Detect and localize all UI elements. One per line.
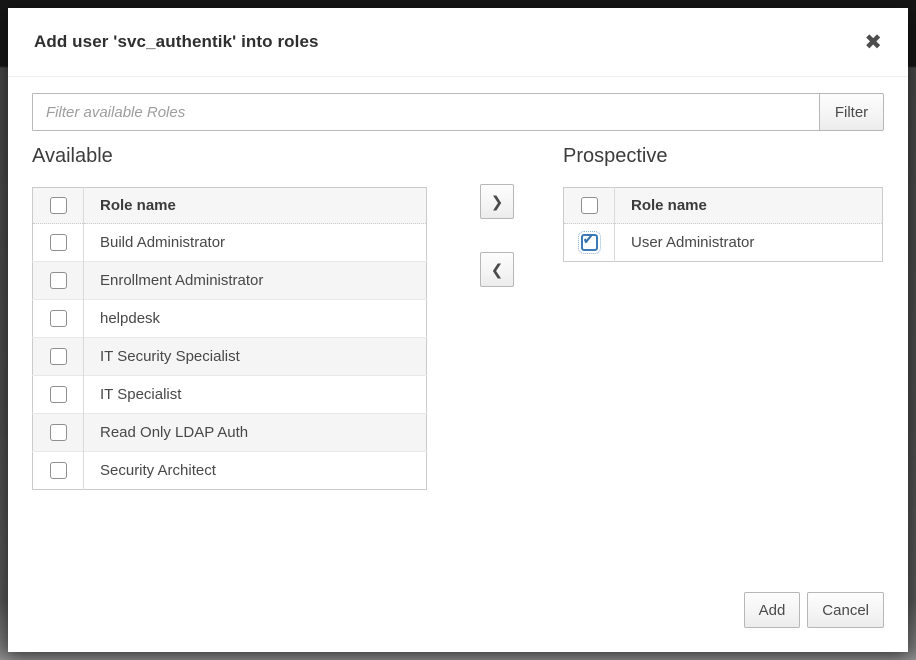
filter-group: Filter [32,93,884,131]
table-row: User Administrator [564,224,883,262]
move-to-available-button[interactable]: ❮ [480,252,514,287]
available-heading: Available [32,145,113,168]
row-checkbox[interactable] [50,310,67,327]
add-button[interactable]: Add [744,592,801,628]
chevron-right-icon: ❯ [491,193,504,211]
filter-input[interactable] [32,93,820,131]
role-name: IT Specialist [84,376,427,414]
row-checkbox[interactable] [50,386,67,403]
role-name: User Administrator [615,224,883,262]
row-checkbox[interactable] [50,272,67,289]
dialog-title: Add user 'svc_authentik' into roles [34,32,319,52]
role-name: IT Security Specialist [84,338,427,376]
table-row: Read Only LDAP Auth [33,414,427,452]
table-header-row: Role name [33,188,427,224]
checkbox-cell [33,414,84,452]
checkbox-cell [33,338,84,376]
column-header-role-name: Role name [84,188,427,224]
checkbox-cell [33,300,84,338]
add-roles-dialog: Add user 'svc_authentik' into roles ✖ Fi… [8,8,908,652]
checkbox-cell [564,224,615,262]
dialog-footer: Add Cancel [744,592,884,628]
table-row: Build Administrator [33,224,427,262]
table-header-row: Role name [564,188,883,224]
checkbox-cell [33,452,84,490]
cancel-button[interactable]: Cancel [807,592,884,628]
select-all-checkbox[interactable] [50,197,67,214]
select-all-cell [33,188,84,224]
row-checkbox[interactable] [50,462,67,479]
table-row: helpdesk [33,300,427,338]
select-all-cell [564,188,615,224]
prospective-heading: Prospective [563,145,668,168]
row-checkbox[interactable] [50,348,67,365]
filter-button[interactable]: Filter [819,93,884,131]
row-checkbox[interactable] [50,424,67,441]
table-row: IT Security Specialist [33,338,427,376]
table-row: Security Architect [33,452,427,490]
role-name: Security Architect [84,452,427,490]
row-checkbox[interactable] [50,234,67,251]
role-name: Read Only LDAP Auth [84,414,427,452]
table-row: Enrollment Administrator [33,262,427,300]
available-roles-table: Role name Build AdministratorEnrollment … [32,187,427,490]
chevron-left-icon: ❮ [491,261,504,279]
move-to-prospective-button[interactable]: ❯ [480,184,514,219]
role-name: helpdesk [84,300,427,338]
table-row: IT Specialist [33,376,427,414]
role-name: Enrollment Administrator [84,262,427,300]
role-name: Build Administrator [84,224,427,262]
checkbox-cell [33,224,84,262]
column-header-role-name: Role name [615,188,883,224]
select-all-checkbox[interactable] [581,197,598,214]
prospective-roles-table: Role name User Administrator [563,187,883,262]
checkbox-cell [33,262,84,300]
row-checkbox-checked[interactable] [581,234,598,251]
close-icon[interactable]: ✖ [864,32,882,53]
dialog-header: Add user 'svc_authentik' into roles ✖ [8,8,908,77]
checkbox-cell [33,376,84,414]
